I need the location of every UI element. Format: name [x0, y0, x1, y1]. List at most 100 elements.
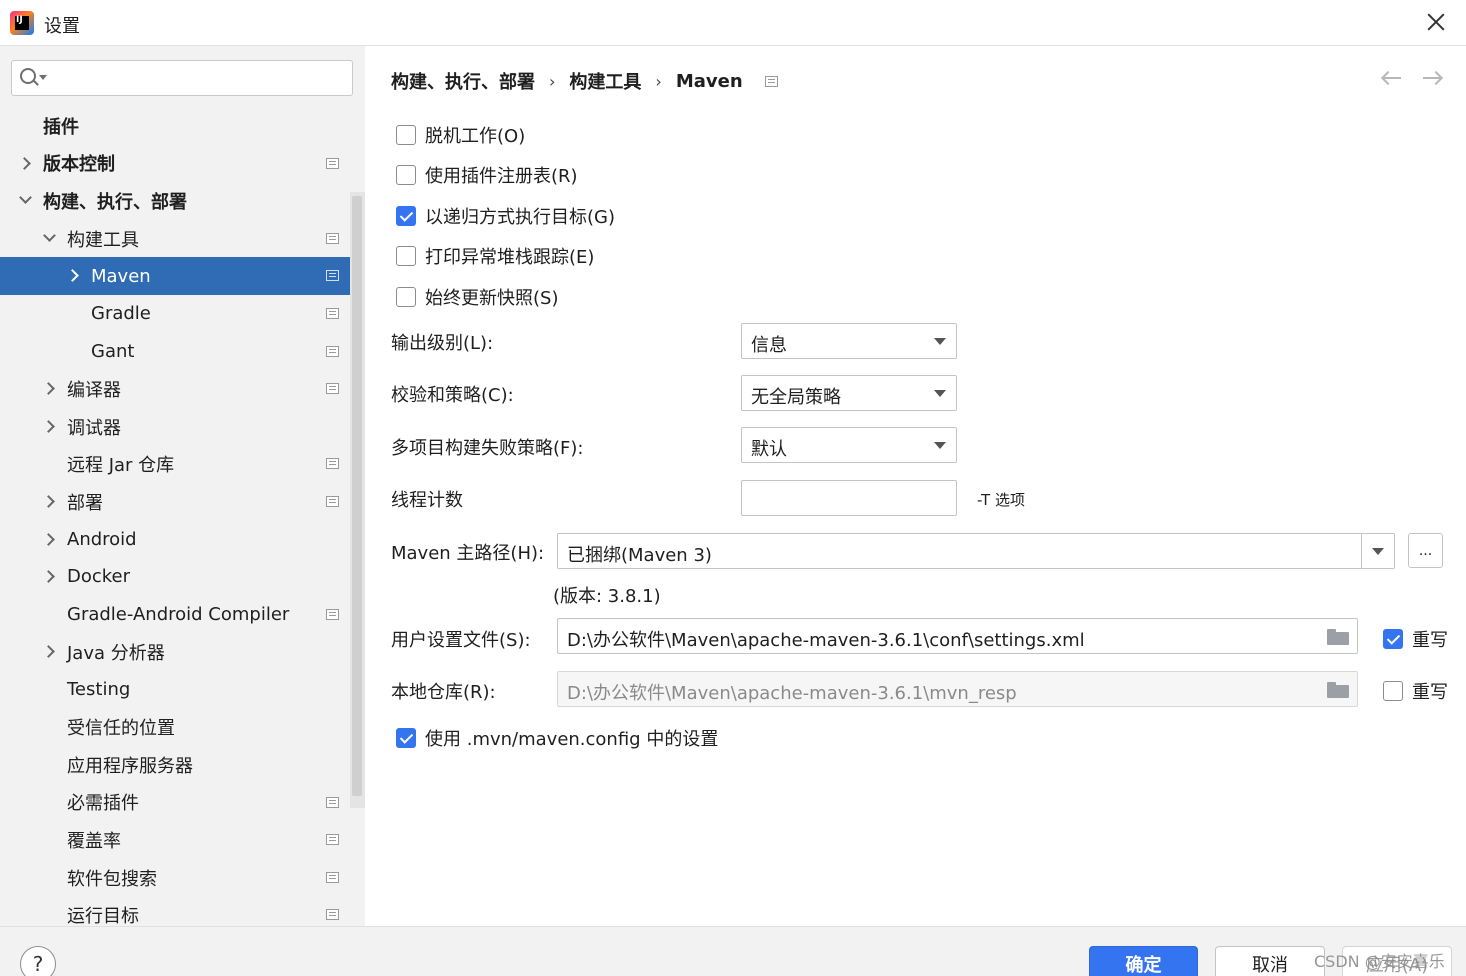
sidebar-item[interactable]: 编译器: [0, 370, 350, 408]
search-icon: [20, 68, 36, 84]
forward-arrow-icon[interactable]: [1421, 70, 1443, 86]
print-stack-trace-option[interactable]: 打印异常堆栈跟踪(E): [396, 243, 594, 269]
breadcrumb-build-tools[interactable]: 构建工具: [569, 68, 641, 94]
sidebar-item[interactable]: 插件: [0, 107, 350, 145]
chevron-right-icon[interactable]: [44, 496, 54, 506]
plugin-registry-checkbox[interactable]: [396, 165, 416, 185]
sidebar-scrollbar-thumb[interactable]: [352, 196, 362, 796]
local-repo-label: 本地仓库(R):: [391, 682, 496, 703]
checksum-policy-select[interactable]: 无全局策略: [741, 375, 957, 411]
thread-count-hint: -T 选项: [977, 491, 1025, 509]
sidebar-item[interactable]: 应用程序服务器: [0, 746, 350, 784]
chevron-right-icon[interactable]: [44, 383, 54, 393]
recursive-goals-option[interactable]: 以递归方式执行目标(G): [396, 203, 615, 229]
recursive-goals-checkbox[interactable]: [396, 206, 416, 226]
watermark-text: CSDN @安安喜乐: [1314, 952, 1445, 971]
sidebar-item[interactable]: 调试器: [0, 408, 350, 446]
browse-maven-home-button[interactable]: ...: [1408, 533, 1443, 568]
project-settings-icon: [326, 495, 339, 507]
settings-search[interactable]: [11, 60, 353, 96]
local-repo-override-option[interactable]: 重写: [1383, 678, 1448, 704]
settings-tree: 插件版本控制构建、执行、部署构建工具 Maven Gradle Gant 编译器调试器远…: [0, 107, 350, 926]
thread-count-input[interactable]: [741, 480, 957, 516]
output-level-select[interactable]: 信息: [741, 323, 957, 359]
local-repo-input[interactable]: D:\办公软件\Maven\apache-maven-3.6.1\mvn_res…: [557, 671, 1358, 707]
folder-icon[interactable]: [1327, 629, 1349, 645]
maven-home-value: 已捆绑(Maven 3): [567, 545, 712, 566]
recursive-goals-label: 以递归方式执行目标(G): [425, 207, 615, 228]
use-mvn-config-option[interactable]: 使用 .mvn/maven.config 中的设置: [396, 725, 718, 751]
maven-home-combobox[interactable]: 已捆绑(Maven 3): [557, 533, 1395, 569]
close-icon[interactable]: [1424, 10, 1448, 34]
breadcrumb-build-execution-deployment[interactable]: 构建、执行、部署: [391, 68, 535, 94]
project-settings-icon: [326, 157, 339, 169]
chevron-right-icon[interactable]: [20, 158, 30, 168]
sidebar-item[interactable]: Gradle-Android Compiler: [0, 596, 350, 634]
chevron-down-icon[interactable]: [1361, 534, 1394, 568]
search-input[interactable]: [52, 66, 342, 90]
always-update-snapshots-checkbox[interactable]: [396, 287, 416, 307]
sidebar-item[interactable]: Maven: [0, 257, 350, 295]
chevron-right-icon[interactable]: [44, 534, 54, 544]
sidebar-item-label: 构建、执行、部署: [43, 191, 187, 213]
local-repo-override-checkbox[interactable]: [1383, 681, 1403, 701]
use-mvn-config-checkbox[interactable]: [396, 728, 416, 748]
sidebar-item-label: Testing: [67, 679, 131, 701]
sidebar-item[interactable]: 版本控制: [0, 145, 350, 183]
print-stack-trace-checkbox[interactable]: [396, 246, 416, 266]
breadcrumb-maven: Maven: [675, 70, 743, 92]
chevron-down-icon[interactable]: [39, 75, 47, 80]
cancel-button[interactable]: 取消: [1215, 946, 1325, 976]
user-settings-input[interactable]: D:\办公软件\Maven\apache-maven-3.6.1\conf\se…: [557, 618, 1358, 654]
output-level-value: 信息: [751, 335, 787, 356]
plugin-registry-option[interactable]: 使用插件注册表(R): [396, 162, 578, 188]
sidebar-item-label: Maven: [91, 265, 151, 287]
sidebar-item[interactable]: Java 分析器: [0, 633, 350, 671]
breadcrumb: 构建、执行、部署 › 构建工具 › Maven: [391, 68, 778, 94]
fail-policy-select[interactable]: 默认: [741, 427, 957, 463]
chevron-right-icon[interactable]: [68, 270, 78, 280]
sidebar-item[interactable]: Android: [0, 521, 350, 559]
output-level-label: 输出级别(L):: [391, 333, 494, 354]
offline-work-option[interactable]: 脱机工作(O): [396, 122, 525, 148]
sidebar-item-label: 版本控制: [43, 154, 115, 176]
chevron-right-icon[interactable]: [44, 571, 54, 581]
user-settings-override-checkbox[interactable]: [1383, 629, 1403, 649]
chevron-down-icon[interactable]: [20, 195, 30, 205]
offline-work-checkbox[interactable]: [396, 125, 416, 145]
sidebar-item[interactable]: Gant: [0, 333, 350, 371]
always-update-snapshots-option[interactable]: 始终更新快照(S): [396, 284, 558, 310]
user-settings-override-option[interactable]: 重写: [1383, 626, 1448, 652]
chevron-right-icon[interactable]: [44, 646, 54, 656]
project-settings-icon: [326, 345, 339, 357]
sidebar-item-label: 运行目标: [67, 906, 139, 926]
sidebar-item-label: 编译器: [67, 379, 121, 401]
sidebar-item-label: Gradle: [91, 303, 151, 325]
sidebar-item[interactable]: Docker: [0, 558, 350, 596]
chevron-down-icon[interactable]: [44, 233, 54, 243]
back-arrow-icon[interactable]: [1381, 70, 1403, 86]
sidebar-item-label: 应用程序服务器: [67, 755, 193, 777]
sidebar-item[interactable]: 必需插件: [0, 784, 350, 822]
sidebar-item[interactable]: 受信任的位置: [0, 709, 350, 747]
chevron-down-icon: [934, 338, 946, 345]
sidebar-item[interactable]: 运行目标: [0, 896, 350, 926]
help-button[interactable]: ?: [20, 946, 56, 976]
sidebar-item-label: Android: [67, 528, 137, 550]
ok-button[interactable]: 确定: [1089, 946, 1198, 976]
sidebar-item[interactable]: 构建工具: [0, 220, 350, 258]
sidebar-item[interactable]: 软件包搜索: [0, 859, 350, 897]
folder-icon[interactable]: [1327, 682, 1349, 698]
sidebar-item[interactable]: 覆盖率: [0, 821, 350, 859]
sidebar-item[interactable]: Gradle: [0, 295, 350, 333]
chevron-right-icon[interactable]: [44, 421, 54, 431]
project-settings-icon: [326, 307, 339, 319]
sidebar-item[interactable]: 部署: [0, 483, 350, 521]
sidebar-item[interactable]: 构建、执行、部署: [0, 182, 350, 220]
sidebar-item[interactable]: 远程 Jar 仓库: [0, 445, 350, 483]
maven-version-text: (版本: 3.8.1): [553, 586, 661, 607]
local-repo-value: D:\办公软件\Maven\apache-maven-3.6.1\mvn_res…: [567, 683, 1017, 704]
sidebar-item[interactable]: Testing: [0, 671, 350, 709]
sidebar-scrollbar[interactable]: [350, 192, 365, 808]
offline-work-label: 脱机工作(O): [425, 126, 526, 147]
